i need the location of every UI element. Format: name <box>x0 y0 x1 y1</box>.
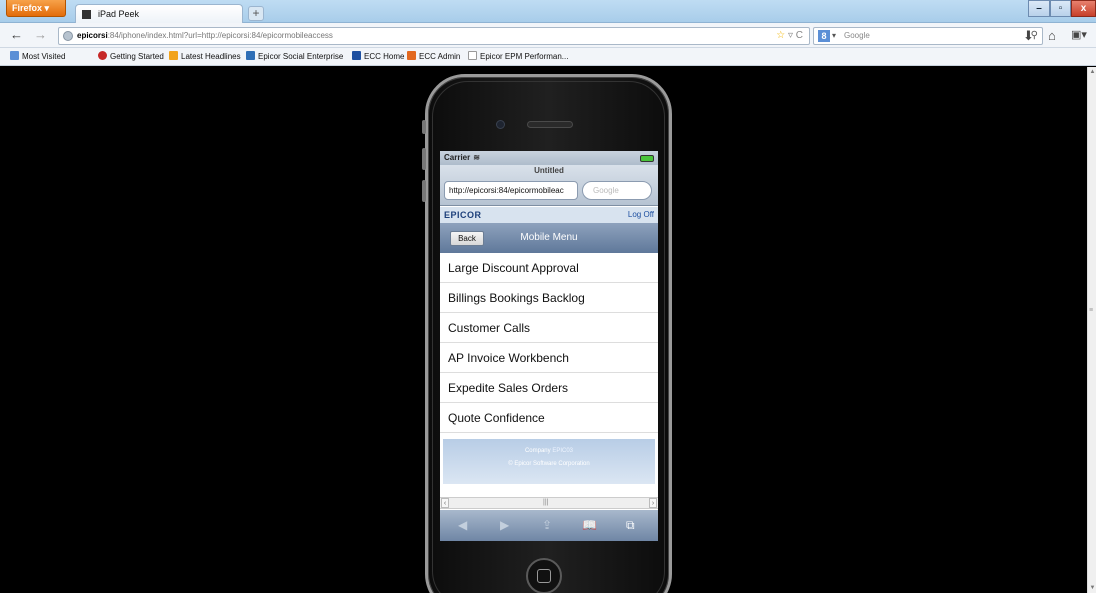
reload-icon[interactable]: C <box>796 30 803 41</box>
bookmark-label: Getting Started <box>110 52 164 61</box>
close-button[interactable]: x <box>1071 0 1096 17</box>
horizontal-scrollbar[interactable]: ‹ ||| › <box>440 497 658 509</box>
bookmark-star-icon[interactable]: ☆ <box>776 30 785 41</box>
firefox-icon <box>98 51 107 60</box>
rss-icon <box>169 51 178 60</box>
blank-page-icon <box>468 51 477 60</box>
menu-item-billings-bookings-backlog[interactable]: Billings Bookings Backlog <box>440 283 658 313</box>
menu-item-customer-calls[interactable]: Customer Calls <box>440 313 658 343</box>
addon-menu-icon[interactable]: ▣▾ <box>1071 28 1087 41</box>
bookmark-getting-started[interactable]: Getting Started <box>98 48 164 65</box>
url-actions: ☆ ▿ C <box>776 30 803 41</box>
bookmark-label: Latest Headlines <box>181 52 241 61</box>
safari-search-field[interactable]: Google <box>582 181 652 200</box>
page-icon <box>82 10 91 19</box>
safari-toolbar: ◀ ▶ ⇪ 📖 ⧉ <box>440 510 658 541</box>
search-placeholder: Google <box>844 31 870 40</box>
scroll-grip[interactable]: ||| <box>543 498 548 508</box>
page-footer: Company EPIC03 © Epicor Software Corpora… <box>443 439 655 484</box>
footer-copyright: © Epicor Software Corporation <box>508 461 590 467</box>
scroll-right-icon[interactable]: › <box>649 498 657 508</box>
vertical-scrollbar[interactable]: ▲ ≡ ▼ <box>1087 67 1096 593</box>
page-title: Untitled <box>534 166 564 175</box>
search-engine-dropdown-icon[interactable]: ▾ <box>832 28 836 44</box>
status-bar: Carrier ≋ <box>440 151 658 165</box>
new-tab-button[interactable]: + <box>248 6 264 21</box>
bookmark-epicor-epm[interactable]: Epicor EPM Performan... <box>468 48 568 65</box>
menu-item-large-discount-approval[interactable]: Large Discount Approval <box>440 253 658 283</box>
carrier-label: Carrier <box>444 153 471 162</box>
forward-arrow-icon[interactable]: → <box>34 27 47 42</box>
scroll-grip[interactable]: ≡ <box>1089 307 1093 314</box>
back-arrow-icon[interactable]: ← <box>10 27 23 42</box>
firefox-menu-label: Firefox <box>12 3 43 13</box>
bookmark-most-visited[interactable]: Most Visited <box>10 48 65 65</box>
phone-screen: Carrier ≋ Untitled http://epicorsi:84/epi… <box>440 151 658 541</box>
home-icon[interactable]: ⌂ <box>1048 28 1056 43</box>
back-button[interactable]: Back <box>450 231 484 246</box>
site-identity-icon[interactable] <box>63 31 73 41</box>
tab-ipad-peek[interactable]: iPad Peek <box>75 4 243 23</box>
volume-down-button <box>422 180 426 202</box>
bookmarks-icon[interactable]: 📖 <box>582 518 597 532</box>
camera-icon <box>496 120 505 129</box>
wifi-icon: ≋ <box>473 153 480 162</box>
minimize-button[interactable]: – <box>1028 0 1050 17</box>
scroll-down-icon[interactable]: ▼ <box>1089 585 1096 591</box>
log-off-link[interactable]: Log Off <box>628 210 654 219</box>
bookmark-label: Epicor Social Enterprise <box>258 52 344 61</box>
mute-switch <box>422 120 426 134</box>
search-engine-icon[interactable]: 8 <box>818 30 830 42</box>
browser-titlebar: Firefox ▾ iPad Peek + – ▫ x <box>0 0 1096 23</box>
speaker-grille <box>527 121 573 128</box>
download-icon[interactable]: ⬇ <box>1023 28 1034 44</box>
company-value: EPIC03 <box>552 448 574 454</box>
bookmark-label: ECC Admin <box>419 52 461 61</box>
scroll-left-icon[interactable]: ‹ <box>441 498 449 508</box>
bookmark-epicor-social[interactable]: Epicor Social Enterprise <box>246 48 343 65</box>
share-icon[interactable]: ⇪ <box>542 518 552 532</box>
epicor-logo: EPICOR <box>444 210 482 220</box>
tab-title: iPad Peek <box>98 9 140 19</box>
bookmark-label: Most Visited <box>22 52 66 61</box>
bookmark-label: ECC Home <box>364 52 405 61</box>
restore-button[interactable]: ▫ <box>1050 0 1071 17</box>
most-visited-icon <box>10 51 19 60</box>
search-bar[interactable]: 8 ▾ Google ⚲ <box>813 27 1043 45</box>
url-host: epicorsi <box>77 31 108 40</box>
bookmark-ecc-home[interactable]: ECC Home <box>352 48 404 65</box>
bookmark-latest-headlines[interactable]: Latest Headlines <box>169 48 241 65</box>
scroll-up-icon[interactable]: ▲ <box>1089 69 1096 75</box>
menu-item-expedite-sales-orders[interactable]: Expedite Sales Orders <box>440 373 658 403</box>
volume-up-button <box>422 148 426 170</box>
bookmark-ecc-admin[interactable]: ECC Admin <box>407 48 460 65</box>
battery-icon <box>640 155 654 162</box>
bookmarks-toolbar: Most Visited Getting Started Latest Head… <box>0 48 1096 66</box>
epicor-header: EPICOR Log Off <box>440 207 658 223</box>
mobile-menu-list: Large Discount Approval Billings Booking… <box>440 253 658 433</box>
navigation-toolbar: ← → epicorsi:84/iphone/index.html?url=ht… <box>0 23 1096 48</box>
safari-back-icon[interactable]: ◀ <box>458 518 467 532</box>
ecc-admin-icon <box>407 51 416 60</box>
safari-forward-icon[interactable]: ▶ <box>500 518 509 532</box>
url-bar[interactable]: epicorsi:84/iphone/index.html?url=http:/… <box>58 27 810 45</box>
epicor-e-icon <box>352 51 361 60</box>
menu-item-ap-invoice-workbench[interactable]: AP Invoice Workbench <box>440 343 658 373</box>
safari-address-bar: Untitled http://epicorsi:84/epicormobile… <box>440 165 658 206</box>
footer-company: Company EPIC03 <box>443 448 655 454</box>
safari-url-field[interactable]: http://epicorsi:84/epicormobileac <box>444 181 578 200</box>
bookmark-label: Epicor EPM Performan... <box>480 52 569 61</box>
home-square-icon <box>537 569 551 583</box>
menu-item-quote-confidence[interactable]: Quote Confidence <box>440 403 658 433</box>
pages-icon[interactable]: ⧉ <box>626 518 635 533</box>
epicor-social-icon <box>246 51 255 60</box>
firefox-menu-button[interactable]: Firefox ▾ <box>6 0 66 17</box>
company-label: Company <box>524 448 551 454</box>
url-path: :84/iphone/index.html?url=http://epicors… <box>107 31 333 40</box>
mobile-menu-header: Mobile Menu Back <box>440 223 658 253</box>
